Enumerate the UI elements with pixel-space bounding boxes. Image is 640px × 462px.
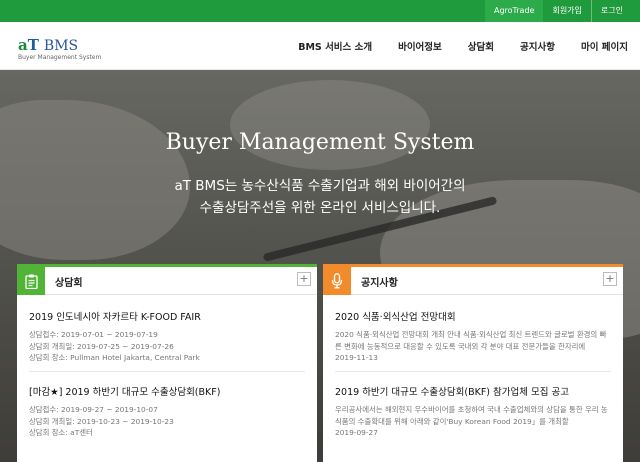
- notice-item-date: 2019-11-13: [335, 353, 378, 362]
- agrotrade-link[interactable]: AgroTrade: [484, 0, 544, 22]
- consultation-item[interactable]: [마감★] 2019 하반기 대규모 수출상담회(BKF) 상담접수: 2019…: [29, 384, 305, 439]
- consultation-event-date: 상담회 개최일: 2019-10-23 ~ 2019-10-23: [29, 416, 174, 426]
- nav-item-consultation[interactable]: 상담회: [468, 39, 494, 53]
- logo-name: BMS: [43, 38, 79, 54]
- hero-subtitle-line-1: aT BMS는 농수산식품 수출기업과 해외 바이어간의: [174, 178, 466, 194]
- logo-subtitle: Buyer Management System: [18, 54, 102, 61]
- consultation-card: 상담회 + 2019 인도네시아 자카르타 K-FOOD FAIR 상담접수: …: [17, 264, 317, 462]
- divider: [29, 371, 305, 372]
- consultation-receipt-period: 상담접수: 2019-07-01 ~ 2019-07-19: [29, 330, 158, 339]
- signup-link[interactable]: 회원가입: [543, 0, 590, 22]
- login-link[interactable]: 로그인: [590, 0, 632, 22]
- microphone-icon: [323, 267, 351, 295]
- consultation-event-date: 상담회 개최일: 2019-07-25 ~ 2019-07-26: [29, 341, 174, 351]
- top-utility-bar: AgroTrade 회원가입 로그인: [0, 0, 640, 22]
- nav-item-bms-intro[interactable]: BMS 서비스 소개: [298, 39, 372, 53]
- notice-item-summary: 2020 식품·외식산업 전망대회 개최 안내 식품·외식산업 최신 트렌드와 …: [335, 330, 607, 351]
- notice-item-date: 2019-09-27: [335, 428, 378, 437]
- notice-more-button[interactable]: +: [603, 272, 617, 286]
- consultation-card-header: 상담회 +: [17, 267, 317, 295]
- nav-item-my-page[interactable]: 마이 페이지: [581, 39, 628, 53]
- consultation-venue: 상담회 장소: aT센터: [29, 428, 93, 437]
- nav-item-buyer-info[interactable]: 바이어정보: [398, 39, 442, 53]
- notice-card-title: 공지사항: [361, 278, 398, 289]
- consultation-venue: 상담회 장소: Pullman Hotel Jakarta, Central P…: [29, 353, 200, 362]
- divider: [335, 371, 611, 372]
- consultation-item[interactable]: 2019 인도네시아 자카르타 K-FOOD FAIR 상담접수: 2019-0…: [29, 309, 305, 364]
- hero-title: Buyer Management System: [165, 130, 475, 155]
- consultation-card-title: 상담회: [55, 278, 83, 289]
- consultation-item-title[interactable]: 2019 인도네시아 자카르타 K-FOOD FAIR: [29, 309, 305, 323]
- consultation-more-button[interactable]: +: [297, 272, 311, 286]
- notice-card: 공지사항 + 2020 식품·외식산업 전망대회 2020 식품·외식산업 전망…: [323, 264, 623, 462]
- notice-item[interactable]: 2020 식품·외식산업 전망대회 2020 식품·외식산업 전망대회 개최 안…: [335, 309, 611, 364]
- nav-item-notice[interactable]: 공지사항: [520, 39, 555, 53]
- notice-item-title[interactable]: 2020 식품·외식산업 전망대회: [335, 309, 611, 323]
- logo-mark: aT: [18, 36, 39, 54]
- main-nav: BMS 서비스 소개 바이어정보 상담회 공지사항 마이 페이지: [272, 22, 628, 70]
- notice-card-header: 공지사항 +: [323, 267, 623, 295]
- consultation-receipt-period: 상담접수: 2019-09-27 ~ 2019-10-07: [29, 405, 158, 414]
- hero-banner: Buyer Management System aT BMS는 농수산식품 수출…: [0, 70, 640, 462]
- notice-item-summary: 우리공사에서는 해외현지 우수바이어를 초청하여 국내 수출업체와의 상담을 통…: [335, 405, 608, 426]
- utility-links: AgroTrade 회원가입 로그인: [484, 0, 632, 22]
- clipboard-icon: [17, 267, 45, 295]
- site-logo[interactable]: aT BMS Buyer Management System: [18, 35, 101, 61]
- site-header: aT BMS Buyer Management System BMS 서비스 소개…: [0, 22, 640, 70]
- consultation-item-title[interactable]: [마감★] 2019 하반기 대규모 수출상담회(BKF): [29, 384, 305, 398]
- notice-item-title[interactable]: 2019 하반기 대규모 수출상담회(BKF) 참가업체 모집 공고: [335, 384, 611, 398]
- hero-subtitle-line-2: 수출상담주선을 위한 온라인 서비스입니다.: [199, 200, 441, 216]
- notice-item[interactable]: 2019 하반기 대규모 수출상담회(BKF) 참가업체 모집 공고 우리공사에…: [335, 384, 611, 439]
